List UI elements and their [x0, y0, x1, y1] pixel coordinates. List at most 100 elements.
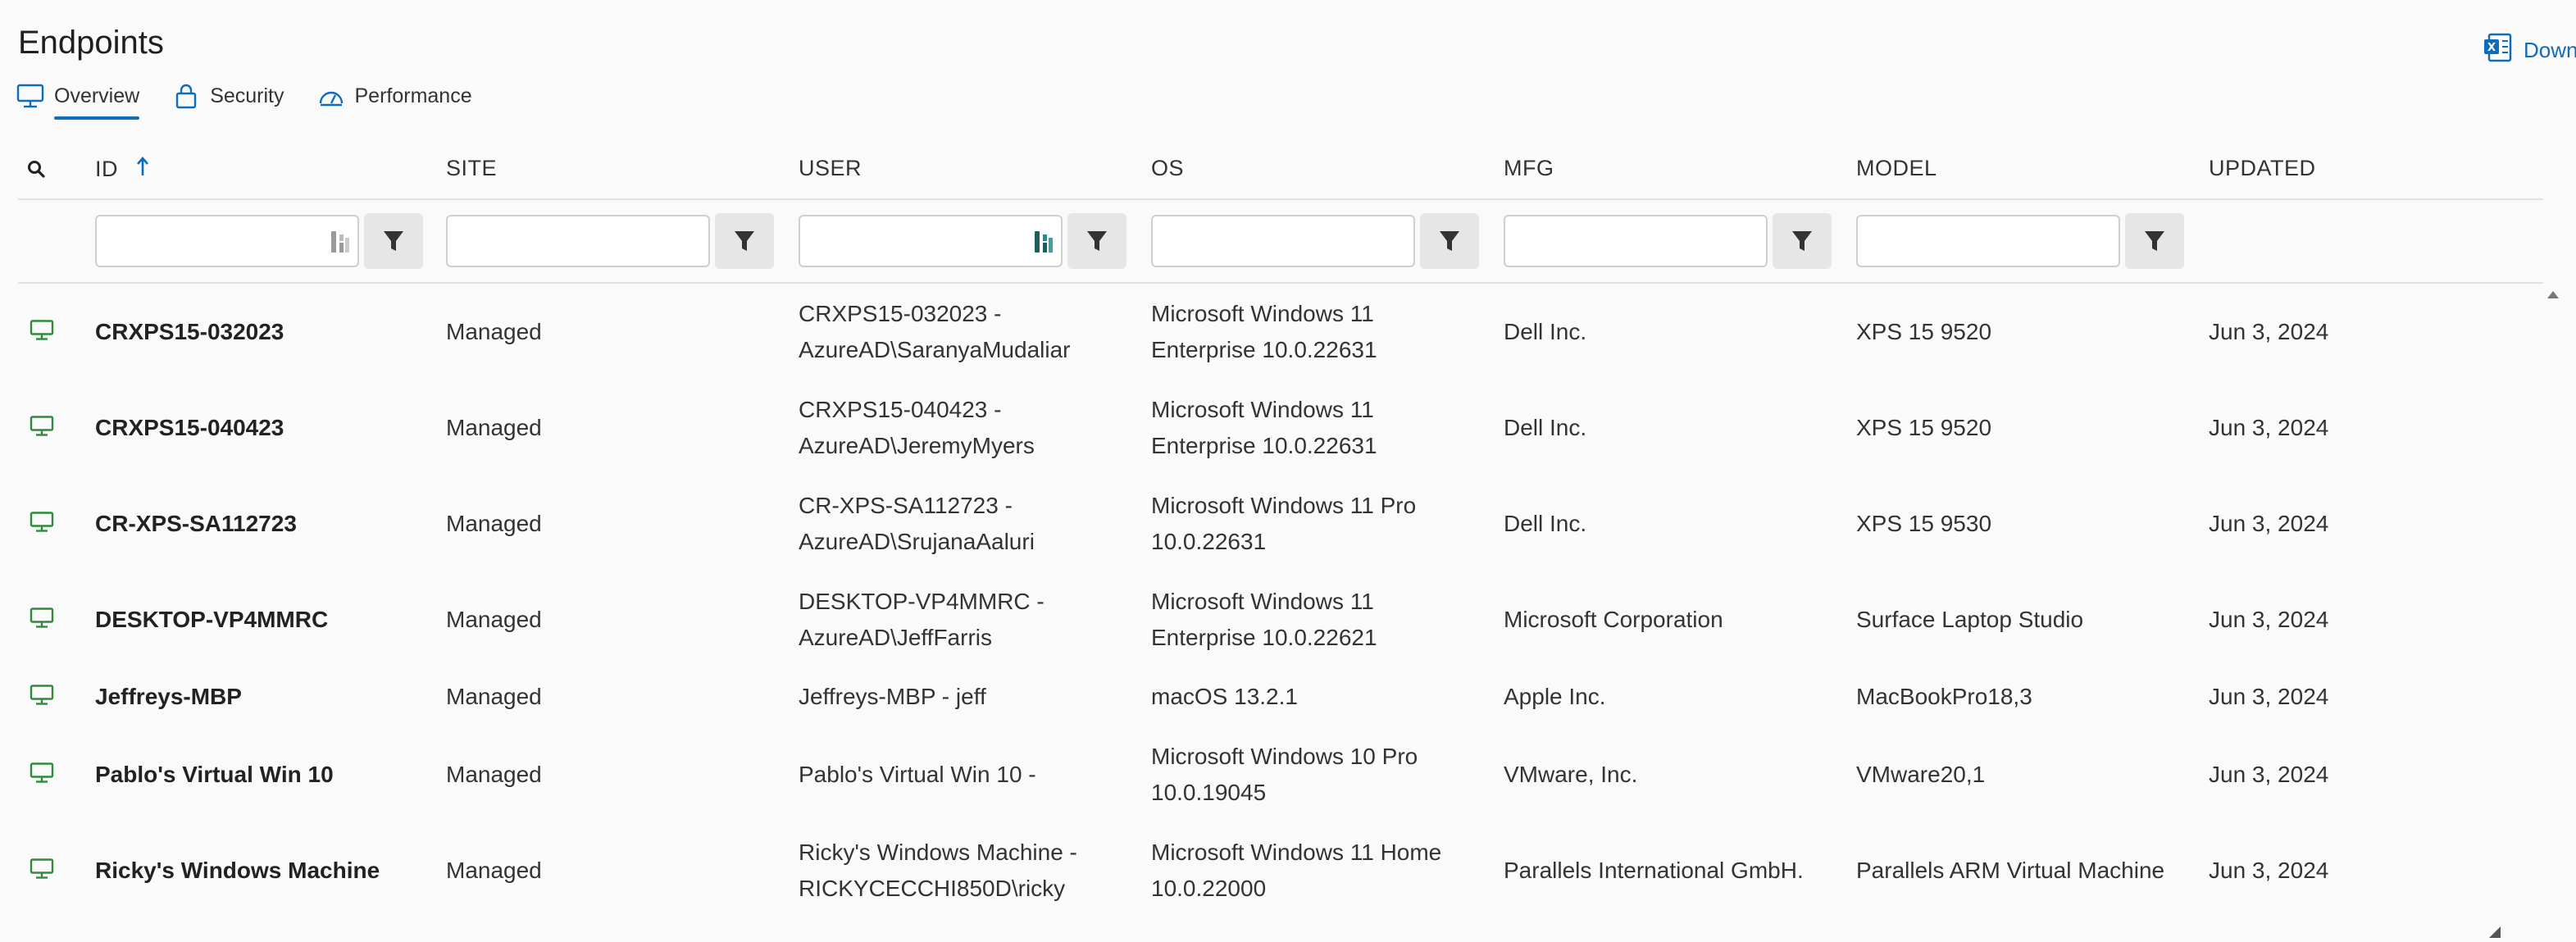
device-monitor-icon	[30, 607, 54, 632]
page-title: Endpoints	[18, 25, 164, 61]
scroll-up-arrow[interactable]	[2546, 289, 2560, 303]
table-row[interactable]: Ricky's Windows Machine Managed Ricky's …	[18, 822, 2543, 918]
funnel-icon	[2145, 231, 2164, 251]
column-header-id-label: ID	[95, 157, 118, 181]
search-icon[interactable]	[26, 159, 46, 183]
cell-mfg: Dell Inc.	[1504, 510, 1587, 536]
cell-site: Managed	[446, 606, 542, 632]
tab-security-label: Security	[210, 84, 284, 107]
filter-user	[799, 213, 1126, 269]
monitor-icon	[16, 82, 44, 110]
autofill-icon[interactable]	[1033, 230, 1054, 258]
cell-user: Ricky's Windows Machine - RICKYCECCHI850…	[799, 839, 1077, 901]
filter-id-input[interactable]	[95, 215, 359, 267]
filter-site-button[interactable]	[715, 213, 774, 269]
cell-model: Parallels ARM Virtual Machine	[1856, 857, 2165, 883]
cell-mfg: Apple Inc.	[1504, 684, 1606, 709]
cell-user: CRXPS15-032023 - AzureAD\SaranyaMudaliar	[799, 300, 1071, 362]
cell-id[interactable]: CR-XPS-SA112723	[95, 506, 297, 542]
filter-model-button[interactable]	[2125, 213, 2184, 269]
cell-mfg: Dell Inc.	[1504, 318, 1587, 344]
cell-os: Microsoft Windows 10 Pro 10.0.19045	[1151, 743, 1418, 805]
table-row[interactable]: CRXPS15-032023 Managed CRXPS15-032023 - …	[18, 284, 2543, 380]
tab-overview[interactable]: Overview	[16, 82, 140, 120]
tab-security[interactable]: Security	[172, 82, 284, 115]
endpoint-table-body: CRXPS15-032023 Managed CRXPS15-032023 - …	[18, 284, 2543, 918]
device-monitor-icon	[30, 511, 54, 536]
cell-user: Jeffreys-MBP - jeff	[799, 684, 986, 709]
funnel-icon	[1792, 231, 1812, 251]
table-row[interactable]: CR-XPS-SA112723 Managed CR-XPS-SA112723 …	[18, 476, 2543, 571]
table-row[interactable]: CRXPS15-040423 Managed CRXPS15-040423 - …	[18, 380, 2543, 476]
filter-model	[1856, 213, 2184, 269]
column-header-site[interactable]: SITE	[446, 156, 497, 181]
cell-site: Managed	[446, 684, 542, 709]
funnel-icon	[1087, 231, 1107, 251]
cell-os: Microsoft Windows 11 Enterprise 10.0.226…	[1151, 300, 1377, 362]
column-header-user[interactable]: USER	[799, 156, 862, 181]
resize-handle-icon[interactable]	[2489, 926, 2501, 938]
table-row[interactable]: Jeffreys-MBP Managed Jeffreys-MBP - jeff…	[18, 667, 2543, 726]
cell-model: MacBookPro18,3	[1856, 684, 2032, 709]
column-header-os[interactable]: OS	[1151, 156, 1184, 181]
cell-site: Managed	[446, 857, 542, 883]
filter-mfg-button[interactable]	[1773, 213, 1832, 269]
cell-updated: Jun 3, 2024	[2209, 414, 2329, 440]
column-header-updated[interactable]: UPDATED	[2209, 156, 2316, 181]
column-header-id[interactable]: ID	[95, 156, 149, 183]
cell-id[interactable]: CRXPS15-032023	[95, 314, 284, 350]
table-header: ID SITE USER OS MFG MODEL UPDATED	[18, 146, 2543, 200]
cell-mfg: VMware, Inc.	[1504, 761, 1638, 787]
column-header-mfg[interactable]: MFG	[1504, 156, 1554, 181]
excel-icon: X	[2483, 31, 2515, 70]
cell-user: DESKTOP-VP4MMRC - AzureAD\JeffFarris	[799, 588, 1045, 650]
sort-ascending-icon	[136, 156, 149, 183]
filter-mfg-input[interactable]	[1504, 215, 1768, 267]
tab-performance-label: Performance	[354, 84, 472, 107]
column-header-model[interactable]: MODEL	[1856, 156, 1937, 181]
cell-user: CRXPS15-040423 - AzureAD\JeremyMyers	[799, 396, 1035, 458]
cell-mfg: Parallels International GmbH.	[1504, 857, 1804, 883]
cell-id[interactable]: CRXPS15-040423	[95, 410, 284, 446]
download-excel-button[interactable]: X Download	[2483, 31, 2576, 70]
table-row[interactable]: Pablo's Virtual Win 10 Managed Pablo's V…	[18, 726, 2543, 822]
cell-site: Managed	[446, 318, 542, 344]
cell-id[interactable]: Jeffreys-MBP	[95, 679, 242, 715]
cell-site: Managed	[446, 761, 542, 787]
device-monitor-icon	[30, 858, 54, 883]
filter-user-input[interactable]	[799, 215, 1063, 267]
funnel-icon	[384, 231, 403, 251]
cell-id[interactable]: DESKTOP-VP4MMRC	[95, 602, 328, 638]
filter-id-button[interactable]	[364, 213, 423, 269]
device-monitor-icon	[30, 762, 54, 787]
filter-row	[18, 200, 2543, 284]
cell-os: Microsoft Windows 11 Pro 10.0.22631	[1151, 492, 1417, 554]
cell-updated: Jun 3, 2024	[2209, 684, 2329, 709]
cell-model: XPS 15 9520	[1856, 414, 1992, 440]
filter-site	[446, 213, 774, 269]
cell-os: Microsoft Windows 11 Enterprise 10.0.226…	[1151, 396, 1377, 458]
cell-updated: Jun 3, 2024	[2209, 510, 2329, 536]
device-monitor-icon	[30, 319, 54, 344]
svg-text:X: X	[2487, 42, 2496, 54]
cell-id[interactable]: Ricky's Windows Machine	[95, 853, 380, 889]
device-monitor-icon	[30, 685, 54, 710]
tab-performance[interactable]: Performance	[317, 82, 472, 115]
cell-user: Pablo's Virtual Win 10 -	[799, 761, 1036, 787]
cell-updated: Jun 3, 2024	[2209, 318, 2329, 344]
cell-os: Microsoft Windows 11 Home 10.0.22000	[1151, 839, 1442, 901]
autofill-icon[interactable]	[330, 230, 351, 258]
filter-user-button[interactable]	[1067, 213, 1126, 269]
table-row[interactable]: DESKTOP-VP4MMRC Managed DESKTOP-VP4MMRC …	[18, 571, 2543, 667]
cell-user: CR-XPS-SA112723 - AzureAD\SrujanaAaluri	[799, 492, 1035, 554]
filter-model-input[interactable]	[1856, 215, 2120, 267]
filter-os-input[interactable]	[1151, 215, 1415, 267]
funnel-icon	[735, 231, 754, 251]
filter-site-input[interactable]	[446, 215, 710, 267]
tab-bar: Overview Security Performance	[16, 82, 472, 120]
cell-mfg: Dell Inc.	[1504, 414, 1587, 440]
cell-id[interactable]: Pablo's Virtual Win 10	[95, 757, 334, 793]
cell-model: XPS 15 9530	[1856, 510, 1992, 536]
cell-updated: Jun 3, 2024	[2209, 606, 2329, 632]
filter-os-button[interactable]	[1420, 213, 1479, 269]
